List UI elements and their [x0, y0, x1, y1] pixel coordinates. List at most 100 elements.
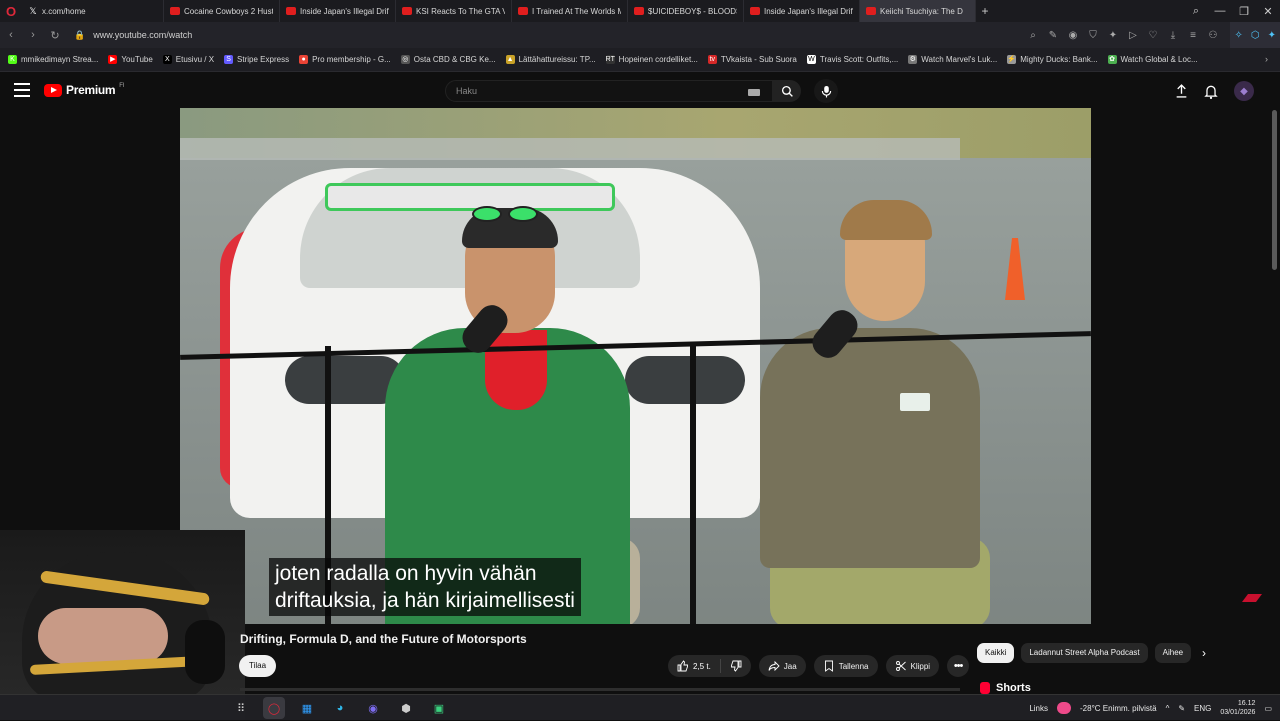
share-button[interactable]: Jaa: [758, 655, 806, 677]
player-icon[interactable]: ▷: [1126, 30, 1140, 41]
page-scrollbar[interactable]: [1272, 110, 1277, 270]
notifications-bell-icon[interactable]: [1204, 84, 1218, 99]
bookmark-item[interactable]: ▲ Lättähattureissu: TP...: [505, 55, 596, 64]
shirt-patch: [900, 393, 930, 411]
upload-icon[interactable]: [1175, 84, 1188, 98]
edit-icon[interactable]: ✎: [1046, 30, 1060, 41]
bookmark-item[interactable]: ⚙ Watch Marvel's Luk...: [908, 55, 997, 64]
keyboard-icon[interactable]: [748, 89, 760, 96]
menu-icon[interactable]: ≡: [1186, 30, 1200, 41]
bookmark-item[interactable]: W Travis Scott: Outfits,...: [806, 55, 898, 64]
back-icon[interactable]: ‹: [0, 29, 22, 41]
close-window-icon[interactable]: ✕: [1256, 5, 1280, 18]
video-player[interactable]: joten radalla on hyvin vähän driftauksia…: [180, 108, 1091, 624]
forward-icon[interactable]: ›: [22, 29, 44, 41]
bookmark-favicon-icon: ✿: [1107, 55, 1117, 64]
language-indicator[interactable]: ENG: [1194, 704, 1211, 713]
search-input[interactable]: [456, 86, 736, 96]
like-button[interactable]: 2,5 t.: [668, 655, 720, 677]
bookmark-item[interactable]: tv TVkaista - Sub Suora: [707, 55, 797, 64]
save-button[interactable]: Tallenna: [813, 655, 878, 677]
lock-icon: 🔒: [74, 29, 86, 40]
bookmark-item[interactable]: Kmmikedimayn Strea...: [8, 55, 98, 64]
pen-icon[interactable]: ✎: [1178, 704, 1185, 713]
profile-icon[interactable]: ⚇: [1206, 30, 1220, 41]
dislike-button[interactable]: [721, 655, 751, 677]
browser-tab[interactable]: Inside Japan's Illegal Drift: [280, 0, 396, 22]
notification-center-icon[interactable]: ▭: [1264, 704, 1272, 713]
bookmark-item[interactable]: ⚡ Mighty Ducks: Bank...: [1007, 55, 1098, 64]
bookmark-item[interactable]: X Etusivu / X: [162, 55, 215, 64]
browser-tab[interactable]: Keiichi Tsuchiya: The D: [860, 0, 976, 22]
opera-logo-icon[interactable]: O: [0, 0, 22, 22]
reload-icon[interactable]: ↻: [44, 29, 66, 42]
sheets-taskbar-icon[interactable]: ▦: [296, 697, 318, 719]
ai-icon[interactable]: ✦: [1268, 30, 1276, 41]
bookmark-item[interactable]: RT Hopeinen cordelliket...: [605, 55, 698, 64]
bookmark-label: Lättähattureissu: TP...: [518, 55, 596, 64]
video-actions: 2,5 t. Jaa Tallenna Klippi •••: [668, 655, 970, 677]
bookmark-item[interactable]: S Stripe Express: [224, 55, 289, 64]
bookmark-label: Etusivu / X: [175, 55, 215, 64]
extension-icon[interactable]: ✦: [1106, 30, 1120, 41]
camera-icon[interactable]: ◉: [1066, 30, 1080, 41]
aria-icon[interactable]: ✧: [1234, 30, 1242, 41]
bookmark-item[interactable]: ✿ Watch Global & Loc...: [1107, 55, 1198, 64]
avatar[interactable]: ◆: [1234, 81, 1254, 101]
bookmark-item[interactable]: ▶ YouTube: [108, 55, 153, 64]
app-taskbar-icon[interactable]: ⬢: [395, 697, 417, 719]
weather-text[interactable]: -28°C Enimm. pilvistä: [1080, 704, 1157, 713]
browser-tab[interactable]: Cocaine Cowboys 2 Hust: [164, 0, 280, 22]
clock[interactable]: 16.12 03/01/2026: [1220, 699, 1255, 717]
opera-taskbar-icon[interactable]: ◯: [263, 697, 285, 719]
browser-tab-title: Inside Japan's Illegal Drift: [764, 6, 853, 16]
microphone-icon: [821, 85, 831, 97]
messenger-taskbar-icon[interactable]: ▣: [428, 697, 450, 719]
find-icon[interactable]: ⌕: [1026, 30, 1040, 41]
video-progress-bar[interactable]: [240, 688, 960, 691]
like-dislike-group: 2,5 t.: [668, 655, 751, 677]
heart-icon[interactable]: ♡: [1146, 30, 1160, 41]
caption-line-1: joten radalla on hyvin vähän: [275, 562, 537, 585]
discord-taskbar-icon[interactable]: ◉: [362, 697, 384, 719]
bookmark-item[interactable]: ◎ Osta CBD & CBG Ke...: [400, 55, 496, 64]
voice-search-button[interactable]: [814, 79, 838, 103]
filter-chip[interactable]: Ladannut Street Alpha Podcast: [1021, 643, 1148, 663]
browser-tab[interactable]: I Trained At The Worlds M: [512, 0, 628, 22]
browser-tab[interactable]: Inside Japan's Illegal Drift: [744, 0, 860, 22]
url-field[interactable]: 🔒 www.youtube.com/watch: [74, 30, 192, 41]
browser-tab[interactable]: 𝕏x.com/home: [22, 0, 164, 22]
share-label: Jaa: [783, 661, 797, 671]
bookmark-label: mmikedimayn Strea...: [21, 55, 99, 64]
tray-chevron-icon[interactable]: ^: [1166, 704, 1170, 713]
subscribe-button[interactable]: Tilaa: [239, 655, 277, 677]
youtube-play-icon: [44, 83, 62, 97]
filter-chip[interactable]: Kaikki: [977, 643, 1015, 663]
more-actions-button[interactable]: •••: [947, 655, 970, 677]
restore-icon[interactable]: ❐: [1232, 5, 1256, 18]
url-text: www.youtube.com/watch: [93, 30, 193, 40]
weather-icon[interactable]: [1057, 702, 1072, 714]
browser-tab[interactable]: KSI Reacts To The GTA V M: [396, 0, 512, 22]
minimize-icon[interactable]: —: [1208, 5, 1232, 17]
youtube-icon: [518, 7, 528, 15]
bookmarks-more-icon[interactable]: ›: [1265, 54, 1268, 64]
search-icon: [781, 85, 793, 97]
menu-hamburger-icon[interactable]: [14, 83, 30, 97]
edge-taskbar-icon[interactable]: ◕: [329, 697, 351, 719]
search-button[interactable]: [773, 80, 801, 102]
youtube-premium-logo[interactable]: Premium FI: [44, 83, 125, 97]
task-view-icon[interactable]: ⠿: [230, 697, 252, 719]
shield-icon[interactable]: ⛉: [1086, 30, 1100, 41]
filter-chip[interactable]: Aihee: [1154, 643, 1192, 663]
cube-icon[interactable]: ⬡: [1251, 30, 1260, 41]
chevron-right-icon[interactable]: ›: [1196, 645, 1212, 661]
browser-tab[interactable]: $UICIDEBOY$ - BLOODSW: [628, 0, 744, 22]
bookmark-item[interactable]: ● Pro membership - G...: [299, 55, 391, 64]
clip-button[interactable]: Klippi: [885, 655, 940, 677]
new-tab-button[interactable]: +: [976, 4, 994, 18]
tab-search-icon[interactable]: ⌕: [1184, 5, 1208, 18]
youtube-icon: [402, 7, 412, 15]
links-toolbar[interactable]: Links: [1029, 704, 1048, 713]
download-icon[interactable]: ⤓: [1166, 30, 1180, 41]
